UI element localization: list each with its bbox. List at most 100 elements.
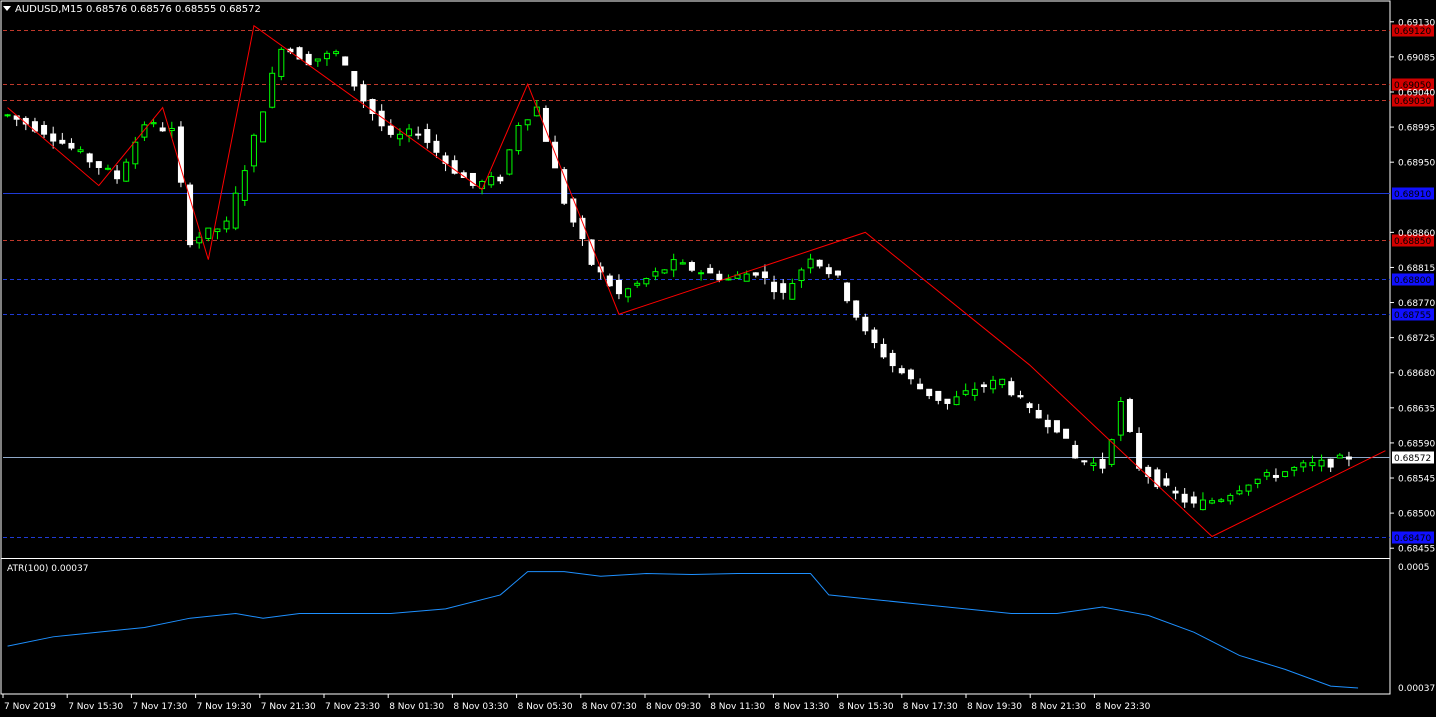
- time-tick-label: 7 Nov 2019: [4, 702, 56, 712]
- level-price-label: 0.69030: [1394, 97, 1431, 107]
- candle-body: [661, 269, 668, 274]
- candles: [4, 46, 1352, 511]
- candle-body: [971, 388, 978, 396]
- candle-body: [68, 142, 75, 149]
- candle-body: [862, 316, 869, 332]
- candle-body: [333, 51, 340, 55]
- candle-body: [789, 283, 796, 300]
- candle-body: [707, 267, 714, 274]
- candle-body: [123, 161, 130, 182]
- candle-body: [95, 161, 102, 168]
- candle-body: [1172, 490, 1179, 494]
- price-tick-label: 0.68995: [1398, 124, 1435, 134]
- candle-body: [1272, 474, 1279, 478]
- time-axis: 7 Nov 2019 7 Nov 15:30 7 Nov 17:30 7 Nov 19…: [2, 694, 1151, 712]
- zigzag-line: [7, 24, 1386, 538]
- time-tick-label: 8 Nov 17:30: [903, 702, 958, 712]
- candle-body: [269, 72, 276, 108]
- candle-body: [944, 398, 951, 404]
- time-tick-label: 8 Nov 19:30: [967, 702, 1022, 712]
- candle-body: [1318, 459, 1325, 467]
- candle-body: [643, 278, 650, 285]
- price-tick-label: 0.68770: [1398, 299, 1435, 309]
- candle-body: [114, 170, 121, 180]
- time-tick-label: 7 Nov 21:30: [261, 702, 316, 712]
- candle-body: [907, 369, 914, 380]
- time-tick-label: 8 Nov 13:30: [774, 702, 829, 712]
- time-tick-label: 7 Nov 17:30: [132, 702, 187, 712]
- candle-body: [260, 111, 267, 143]
- candle-body: [1053, 420, 1060, 433]
- candle-body: [990, 379, 997, 390]
- candle-body: [132, 141, 139, 165]
- candle-body: [807, 258, 814, 269]
- dropdown-triangle-icon[interactable]: [3, 6, 11, 11]
- symbol-header[interactable]: AUDUSD,M15 0.68576 0.68576 0.68555 0.685…: [3, 4, 261, 15]
- candle-body: [77, 149, 84, 153]
- candle-body: [871, 329, 878, 344]
- time-tick-label: 8 Nov 07:30: [582, 702, 637, 712]
- chart-frame: [0, 0, 1391, 695]
- candle-body: [1218, 499, 1225, 502]
- candle-body: [1154, 469, 1161, 488]
- candle-body: [86, 153, 93, 163]
- candle-body: [104, 167, 111, 170]
- candle-body: [1017, 395, 1024, 398]
- horizontal-levels[interactable]: 0.691200.690500.690300.689100.688500.688…: [3, 24, 1434, 545]
- candle-body: [652, 271, 659, 277]
- candle-body: [1035, 409, 1042, 419]
- candle-body: [1236, 490, 1243, 495]
- level-price-label: 0.69120: [1394, 27, 1431, 37]
- candle-body: [1327, 458, 1334, 468]
- price-axis: 0.69130 0.69085 0.69040 0.68995 0.68950 0.688…: [1390, 18, 1435, 694]
- candle-body: [406, 128, 413, 137]
- candle-body: [424, 129, 431, 143]
- price-tick-label: 0.68725: [1398, 334, 1435, 344]
- candle-body: [506, 149, 513, 175]
- candle-body: [351, 71, 358, 87]
- candle-body: [615, 279, 622, 295]
- candle-body: [1072, 444, 1079, 459]
- candle-body: [1254, 478, 1261, 485]
- candle-body: [834, 270, 841, 276]
- time-tick-label: 8 Nov 05:30: [518, 702, 573, 712]
- price-tick-label: 0.68545: [1398, 475, 1435, 485]
- zigzag-indicator: [7, 24, 1386, 538]
- price-chart[interactable]: 0.691200.690500.690300.689100.688500.688…: [0, 0, 1436, 717]
- candle-body: [889, 352, 896, 367]
- candle-body: [1190, 496, 1197, 504]
- candle-body: [980, 384, 987, 388]
- candle-body: [1245, 484, 1252, 492]
- candle-body: [342, 56, 349, 66]
- price-tick-label: 0.68815: [1398, 264, 1435, 274]
- candle-body: [387, 125, 394, 135]
- price-tick-label: 0.69085: [1398, 53, 1435, 63]
- candle-body: [1044, 419, 1051, 428]
- candle-body: [1282, 471, 1289, 477]
- candle-body: [634, 282, 641, 286]
- candle-body: [1209, 500, 1216, 504]
- candle-body: [999, 378, 1006, 386]
- candle-body: [250, 134, 257, 167]
- chart-border: [0, 0, 1391, 695]
- candle-body: [278, 48, 285, 77]
- candle-body: [962, 390, 969, 395]
- candle-body: [488, 176, 495, 186]
- candle-body: [1227, 494, 1234, 502]
- time-tick-label: 7 Nov 23:30: [325, 702, 380, 712]
- candle-body: [561, 169, 568, 204]
- atr-indicator: [7, 571, 1359, 689]
- candle-body: [743, 273, 750, 282]
- time-tick-label: 8 Nov 23:30: [1095, 702, 1150, 712]
- candle-body: [360, 84, 367, 102]
- candle-body: [552, 141, 559, 169]
- candle-body: [4, 114, 11, 117]
- candle-body: [41, 124, 48, 135]
- time-tick-label: 7 Nov 15:30: [68, 702, 123, 712]
- candle-body: [1099, 459, 1106, 469]
- candle-body: [917, 383, 924, 390]
- candle-body: [825, 267, 832, 275]
- atr-label: ATR(100) 0.00037: [7, 564, 89, 574]
- atr-line: [7, 571, 1359, 689]
- time-tick-label: 8 Nov 03:30: [453, 702, 508, 712]
